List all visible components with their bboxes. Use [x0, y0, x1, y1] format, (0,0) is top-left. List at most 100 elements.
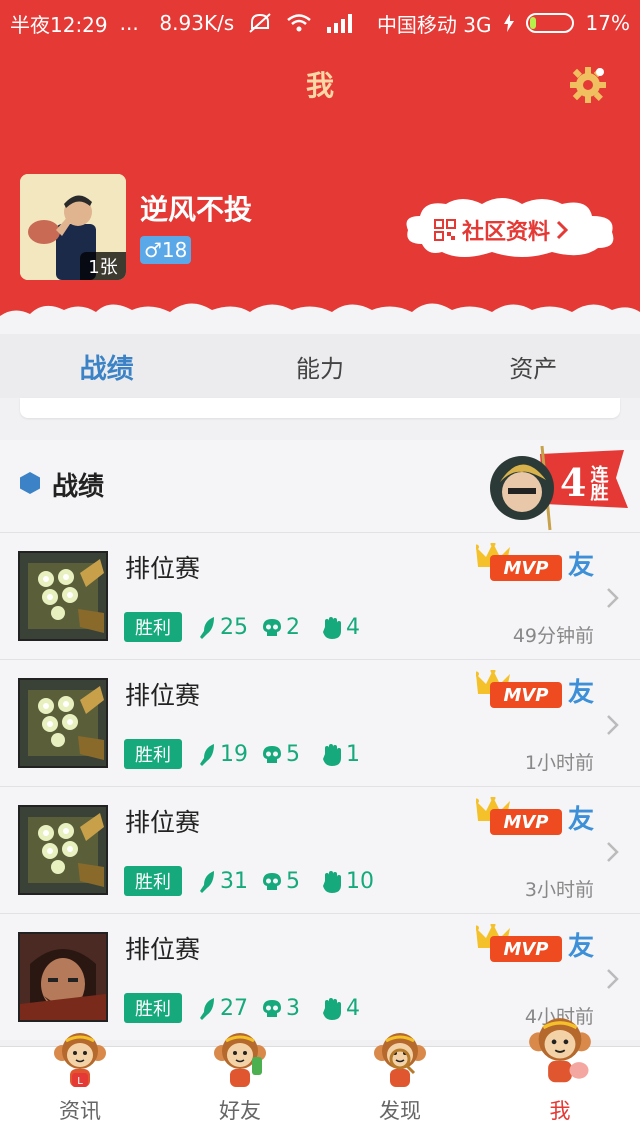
match-time: 49分钟前	[512, 625, 594, 647]
kills-icon	[200, 743, 214, 766]
nav-item-me[interactable]: 我	[480, 1018, 640, 1137]
deaths-count: 5	[286, 869, 300, 894]
mvp-label: MVP	[490, 936, 562, 962]
avatar[interactable]: 1张	[20, 174, 126, 280]
carrier-label: 中国移动 3G	[376, 12, 492, 37]
match-type: 排位赛	[125, 808, 201, 837]
match-time: 1小时前	[524, 752, 594, 774]
streak-number: 4	[560, 460, 587, 505]
nav-item-news[interactable]: L 资讯	[0, 1033, 160, 1137]
match-time: 3小时前	[524, 879, 594, 901]
community-label: 社区资料	[434, 214, 569, 246]
streak-word: 连胜	[587, 464, 609, 501]
friend-label: 友	[568, 551, 595, 581]
qrcode-icon	[434, 219, 456, 241]
monkey-mascot-icon: L	[54, 1033, 106, 1087]
tab-bar: 战绩 能力 资产	[0, 334, 640, 398]
kills-count: 27	[220, 996, 248, 1021]
username: 逆风不投	[140, 193, 253, 226]
kda-stats: 19 5 1	[198, 742, 360, 767]
nav-item-friends[interactable]: 好友	[160, 1033, 320, 1137]
profile-header: 我 1张 逆风不投 ♂18 社区资料	[0, 46, 640, 336]
nav-label: 好友	[219, 1099, 261, 1123]
assists-count: 4	[346, 996, 360, 1021]
mvp-label: MVP	[490, 682, 562, 708]
bottom-navigation: L 资讯 好友 发现 我	[0, 1018, 640, 1137]
page-title: 我	[305, 69, 334, 102]
match-row[interactable]: 排位赛 胜利 31 5 10 MVP 友 3小时前	[0, 786, 640, 913]
network-speed: 8.93K/s	[159, 11, 235, 35]
deaths-count: 3	[286, 996, 300, 1021]
record-section-header: 战绩 4 连胜	[0, 440, 640, 532]
friend-label: 友	[568, 932, 595, 962]
assists-count: 4	[346, 615, 360, 640]
friend-label: 友	[568, 678, 595, 708]
chevron-right-icon	[607, 715, 619, 735]
assists-icon	[323, 870, 341, 893]
result-tag: 胜利	[124, 612, 182, 642]
charging-icon	[503, 14, 514, 32]
match-type: 排位赛	[125, 935, 201, 964]
nav-label: 发现	[379, 1099, 421, 1123]
match-type: 排位赛	[125, 554, 201, 583]
battery-icon	[525, 13, 574, 33]
result-tag: 胜利	[124, 739, 182, 769]
hero-thumbnail	[18, 805, 108, 895]
mvp-label: MVP	[490, 555, 562, 581]
assists-icon	[323, 743, 341, 766]
gender-age-badge: ♂18	[140, 236, 192, 264]
community-profile-button[interactable]: 社区资料	[402, 192, 620, 262]
win-streak-badge[interactable]: 4 连胜	[488, 444, 628, 534]
gear-icon[interactable]	[568, 64, 608, 104]
monkey-mascot-icon	[214, 1033, 266, 1087]
chevron-right-icon	[556, 220, 569, 240]
mvp-badge: MVP	[476, 670, 562, 710]
monkey-mascot-icon	[529, 1018, 591, 1083]
hexagon-icon	[20, 472, 40, 494]
section-title: 战绩	[52, 472, 105, 502]
svg-text:L: L	[77, 1076, 83, 1087]
status-time: 半夜12:29	[10, 12, 108, 37]
assists-count: 10	[346, 869, 374, 894]
cloud-border-decoration	[0, 303, 640, 336]
battery-percent: 17%	[585, 11, 630, 35]
nav-label: 资讯	[59, 1099, 101, 1123]
mvp-badge: MVP	[476, 797, 562, 837]
tab-assets[interactable]: 资产	[427, 334, 640, 398]
deaths-icon	[263, 618, 281, 636]
streak-text: 4 连胜	[560, 460, 609, 505]
assists-icon	[323, 616, 341, 639]
kda-stats: 27 3 4	[198, 996, 360, 1021]
hero-thumbnail	[18, 551, 108, 641]
result-tag: 胜利	[124, 993, 182, 1023]
tab-ability[interactable]: 能力	[213, 334, 426, 398]
mute-icon	[249, 13, 271, 33]
kills-count: 25	[220, 615, 248, 640]
hero-thumbnail	[18, 678, 108, 768]
assists-icon	[323, 997, 341, 1020]
chevron-right-icon	[607, 969, 619, 989]
signal-icon	[327, 14, 353, 33]
kills-count: 31	[220, 869, 248, 894]
match-list: 排位赛 胜利 25 2 4 MVP 友 49分钟前 排位赛 胜利 19 5 1 MVP 友 1小时前 排位赛 胜利…	[0, 532, 640, 1040]
kda-stats: 25 2 4	[198, 615, 360, 640]
match-row[interactable]: 排位赛胜利 25 2 4 MVP 友 49分钟前	[0, 532, 640, 659]
monkey-mascot-icon	[374, 1033, 426, 1087]
community-text: 社区资料	[462, 220, 551, 245]
nav-label: 我	[549, 1099, 571, 1123]
tab-record[interactable]: 战绩	[0, 334, 213, 398]
kills-icon	[200, 870, 214, 893]
mvp-badge: MVP	[476, 924, 562, 964]
status-bar: 半夜12:29 ... 8.93K/s 中国移动 3G 17%	[0, 0, 640, 46]
deaths-count: 2	[286, 615, 300, 640]
nav-item-discover[interactable]: 发现	[320, 1033, 480, 1137]
result-tag: 胜利	[124, 866, 182, 896]
chevron-right-icon	[607, 588, 619, 608]
wifi-icon	[287, 14, 312, 32]
deaths-icon	[263, 745, 281, 763]
photo-count-badge: 1张	[80, 252, 126, 280]
kills-icon	[200, 616, 214, 639]
chevron-right-icon	[607, 842, 619, 862]
match-row[interactable]: 排位赛 胜利 19 5 1 MVP 友 1小时前	[0, 659, 640, 786]
kda-stats: 31 5 10	[198, 869, 374, 894]
